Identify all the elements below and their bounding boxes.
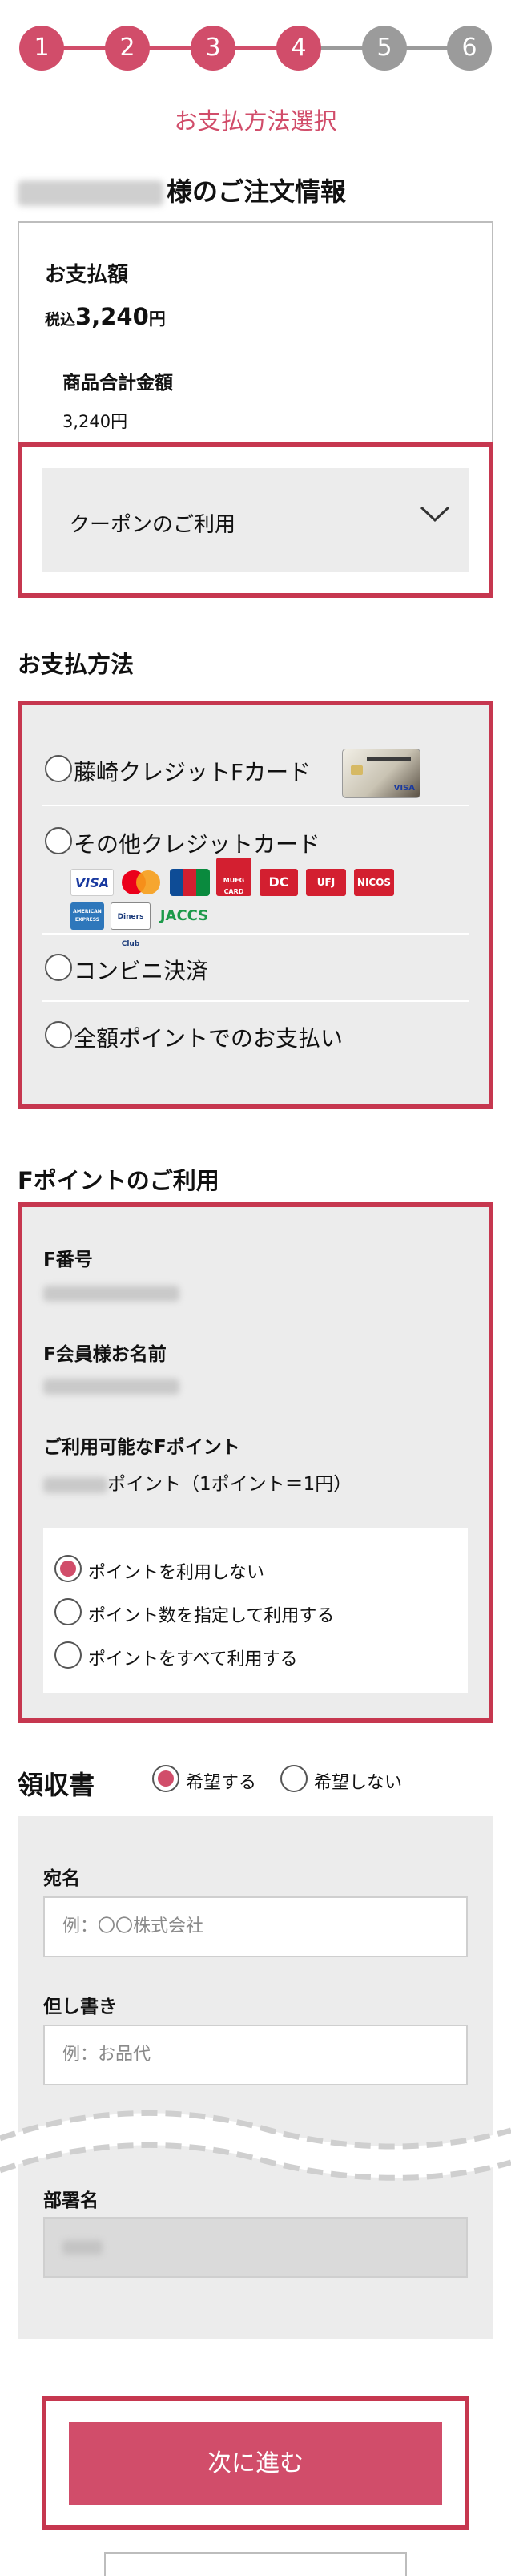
points-option-label: ポイント数を指定して利用する bbox=[88, 1606, 335, 1626]
fpoint-title: Fポイントのご利用 bbox=[18, 1167, 219, 1194]
radio-points-specify[interactable] bbox=[54, 1598, 82, 1625]
department-input[interactable] bbox=[43, 2217, 468, 2278]
payment-total: 3,240 bbox=[75, 303, 149, 330]
dc-card-logo: DC bbox=[260, 869, 298, 896]
tax-included-prefix: 税込 bbox=[45, 311, 76, 329]
points-option-specify[interactable]: ポイント数を指定して利用する bbox=[54, 1598, 335, 1627]
f-number-value-blurred bbox=[43, 1286, 179, 1302]
points-option-none[interactable]: ポイントを利用しない bbox=[54, 1555, 265, 1584]
step-5: 5 bbox=[362, 26, 407, 71]
radio-full-points[interactable] bbox=[45, 1021, 72, 1048]
available-points-value-blurred bbox=[43, 1476, 107, 1493]
receipt-option-not-want[interactable]: 希望しない bbox=[280, 1765, 403, 1794]
points-option-all[interactable]: ポイントをすべて利用する bbox=[54, 1641, 298, 1670]
payment-option-fujisaki-card[interactable]: 藤崎クレジットFカード VISA bbox=[42, 726, 469, 806]
coupon-toggle[interactable]: クーポンのご利用 bbox=[42, 468, 469, 572]
note-label: 但し書き bbox=[43, 1997, 117, 2017]
step-6: 6 bbox=[447, 26, 492, 71]
step-4: 4 bbox=[276, 26, 321, 71]
jaccs-logo: JACCS bbox=[159, 907, 209, 924]
mufg-card-logo: MUFG CARD bbox=[216, 858, 251, 896]
note-input[interactable]: 例：お品代 bbox=[43, 2025, 468, 2085]
coupon-label: クーポンのご利用 bbox=[69, 513, 236, 537]
payment-option-label: コンビニ決済 bbox=[74, 958, 209, 984]
jcb-logo bbox=[170, 869, 211, 896]
receipt-form-panel: 宛名 例：〇〇株式会社 但し書き 例：お品代 部署名 bbox=[18, 1816, 493, 2339]
payment-option-other-card[interactable]: その他クレジットカード VISA MUFG CARD DC UFJ NICOS … bbox=[42, 806, 469, 948]
f-member-name-label: F会員様お名前 bbox=[43, 1344, 167, 1365]
addressee-input[interactable]: 例：〇〇株式会社 bbox=[43, 1896, 468, 1957]
points-usage-options: ポイントを利用しない ポイント数を指定して利用する ポイントをすべて利用する bbox=[43, 1528, 468, 1693]
payment-option-label: 藤崎クレジットFカード bbox=[74, 759, 312, 785]
next-button-frame: 次に進む bbox=[42, 2396, 469, 2530]
f-member-name-blurred bbox=[43, 1379, 179, 1395]
step-3: 3 bbox=[191, 26, 235, 71]
order-info-title: 様のご注文情報 bbox=[18, 172, 346, 208]
fujisaki-card-image: VISA bbox=[342, 749, 420, 798]
payment-option-full-points[interactable]: 全額ポイントでのお支払い bbox=[42, 1002, 469, 1069]
radio-points-all[interactable] bbox=[54, 1641, 82, 1669]
department-value-blurred bbox=[62, 2240, 103, 2255]
radio-receipt-not-want[interactable] bbox=[280, 1765, 308, 1792]
diners-club-logo: Diners Club bbox=[111, 902, 151, 948]
stepper-line-done bbox=[40, 46, 295, 50]
subtotal-value: 3,240円 bbox=[62, 412, 128, 431]
radio-receipt-want[interactable] bbox=[152, 1765, 179, 1792]
payment-option-convenience-store[interactable]: コンビニ決済 bbox=[42, 935, 469, 1002]
points-suffix: ポイント（1ポイント＝1円） bbox=[107, 1474, 352, 1495]
payment-method-frame: 藤崎クレジットFカード VISA その他クレジットカード VISA MUFG C… bbox=[18, 701, 493, 1109]
nicos-logo: NICOS bbox=[354, 869, 394, 896]
mastercard-logo bbox=[120, 870, 163, 894]
page-heading: お支払方法選択 bbox=[174, 107, 337, 135]
ufj-card-logo: UFJ bbox=[306, 869, 346, 896]
f-number-label: F番号 bbox=[43, 1250, 93, 1270]
yen-unit: 円 bbox=[148, 309, 166, 329]
step-2: 2 bbox=[105, 26, 150, 71]
points-option-label: ポイントをすべて利用する bbox=[88, 1649, 298, 1670]
order-title-suffix: 様のご注文情報 bbox=[167, 176, 347, 207]
radio-convenience-store[interactable] bbox=[45, 954, 72, 981]
amex-logo: AMERICAN EXPRESS bbox=[70, 902, 104, 930]
torn-edge-divider bbox=[0, 2110, 511, 2181]
payment-option-label: その他クレジットカード bbox=[74, 831, 321, 858]
addressee-label: 宛名 bbox=[43, 1868, 80, 1889]
step-1: 1 bbox=[19, 26, 64, 71]
receipt-option-want[interactable]: 希望する bbox=[152, 1765, 257, 1794]
visa-logo: VISA bbox=[70, 869, 114, 896]
available-points-label: ご利用可能なFポイント bbox=[43, 1437, 240, 1458]
card-visa-mark: VISA bbox=[393, 784, 415, 793]
receipt-option-label: 希望しない bbox=[314, 1773, 403, 1793]
receipt-title: 領収書 bbox=[18, 1770, 95, 1800]
customer-name-blurred bbox=[18, 180, 163, 206]
available-points: ポイント（1ポイント＝1円） bbox=[43, 1468, 352, 1496]
next-button[interactable]: 次に進む bbox=[69, 2422, 442, 2505]
payment-method-title: お支払方法 bbox=[18, 651, 135, 678]
payment-amount: 税込3,240円 bbox=[45, 303, 166, 330]
secondary-button-edge[interactable] bbox=[104, 2552, 407, 2576]
progress-stepper: 1 2 3 4 5 6 bbox=[0, 19, 511, 75]
radio-points-none[interactable] bbox=[54, 1555, 82, 1582]
receipt-option-label: 希望する bbox=[186, 1773, 257, 1793]
subtotal-label: 商品合計金額 bbox=[62, 373, 173, 394]
payment-amount-label: お支払額 bbox=[45, 263, 129, 287]
points-option-label: ポイントを利用しない bbox=[88, 1563, 265, 1583]
chevron-down-icon bbox=[420, 506, 450, 523]
radio-fujisaki-card[interactable] bbox=[45, 755, 72, 782]
radio-other-card[interactable] bbox=[45, 827, 72, 854]
coupon-highlight-frame: クーポンのご利用 bbox=[18, 442, 493, 598]
fpoint-frame: F番号 F会員様お名前 ご利用可能なFポイント ポイント（1ポイント＝1円） ポ… bbox=[18, 1202, 493, 1723]
payment-option-label: 全額ポイントでのお支払い bbox=[74, 1025, 344, 1052]
